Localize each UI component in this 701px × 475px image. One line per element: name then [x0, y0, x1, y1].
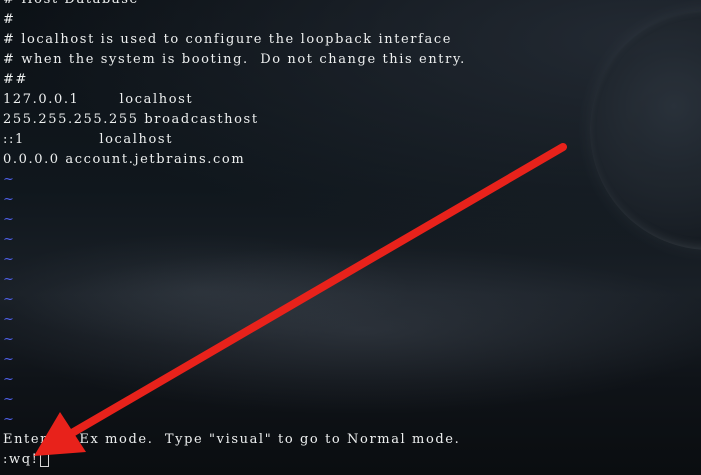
annotation-arrow-icon — [34, 143, 567, 456]
terminal-window: # Host Database # # localhost is used to… — [0, 0, 701, 475]
annotation-arrow-shaft — [68, 143, 567, 437]
